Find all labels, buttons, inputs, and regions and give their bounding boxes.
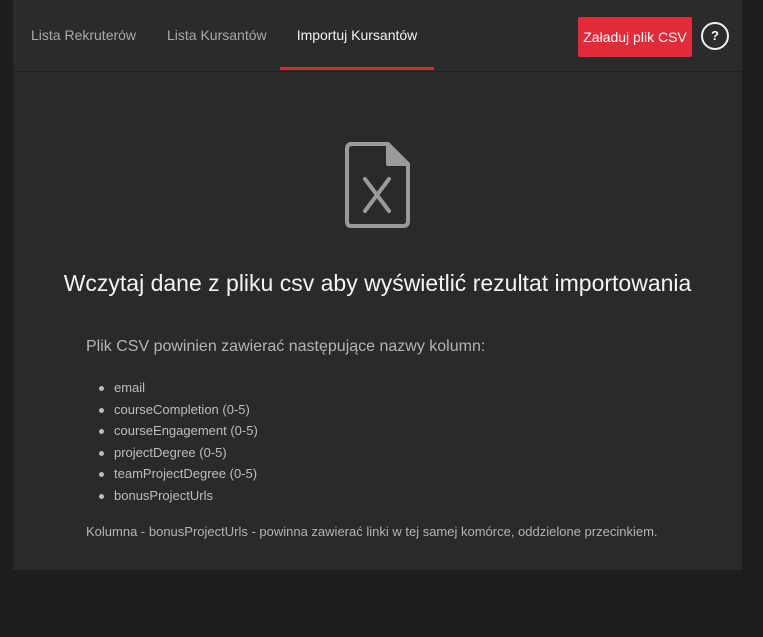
list-item: courseCompletion (0-5) (99, 399, 258, 421)
file-excel-icon (345, 142, 410, 228)
tab-lista-kursantow[interactable]: Lista Kursantów (167, 0, 267, 71)
list-item: email (99, 377, 258, 399)
list-item: bonusProjectUrls (99, 485, 258, 507)
list-item: projectDegree (0-5) (99, 442, 258, 464)
bonus-urls-note: Kolumna - bonusProjectUrls - powinna zaw… (86, 524, 658, 539)
import-panel: Lista Rekruterów Lista Kursantów Importu… (13, 0, 742, 570)
top-navigation: Lista Rekruterów Lista Kursantów Importu… (13, 0, 742, 72)
list-item: courseEngagement (0-5) (99, 420, 258, 442)
required-columns-list: email courseCompletion (0-5) courseEngag… (99, 377, 258, 507)
page-heading: Wczytaj dane z pliku csv aby wyświetlić … (63, 270, 692, 296)
tab-lista-rekruterow[interactable]: Lista Rekruterów (31, 0, 136, 71)
help-button[interactable]: ? (701, 22, 729, 50)
upload-csv-button[interactable]: Załaduj plik CSV (578, 17, 692, 57)
list-item: teamProjectDegree (0-5) (99, 463, 258, 485)
columns-intro-text: Plik CSV powinien zawierać następujące n… (86, 338, 486, 355)
tab-importuj-kursantow[interactable]: Importuj Kursantów (280, 0, 434, 71)
